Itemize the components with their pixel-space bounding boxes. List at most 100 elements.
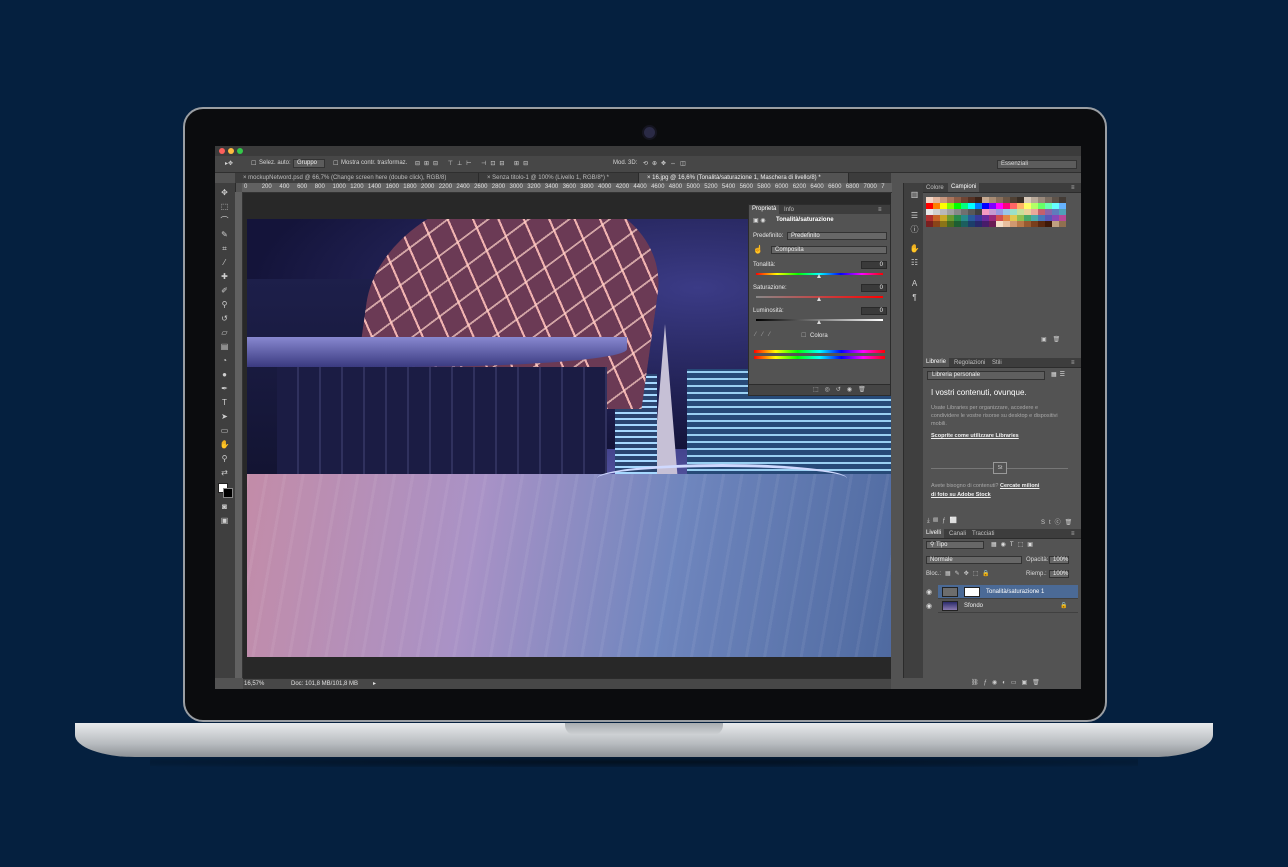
pen-tool-icon[interactable]: ✒ <box>219 383 230 394</box>
move-tool-icon[interactable]: ▸✥ <box>225 160 233 167</box>
clone-stamp-tool-icon[interactable]: ⚲ <box>219 299 230 310</box>
lightness-value-input[interactable]: 0 <box>861 307 887 315</box>
libraries-learn-link[interactable]: Scoprite come utilizzare Libraries <box>931 433 1019 439</box>
blend-mode-dropdown[interactable]: Normale <box>926 556 1022 564</box>
history-brush-tool-icon[interactable]: ↺ <box>219 313 230 324</box>
panel-menu-icon[interactable]: ≡ <box>1068 530 1078 538</box>
visibility-eye-icon[interactable]: ◉ <box>926 602 932 610</box>
preset-dropdown[interactable]: Predefinito <box>787 232 887 240</box>
healing-tool-icon[interactable]: ✚ <box>219 271 230 282</box>
layer-filter-icons[interactable]: ▦◉T⬚▣ <box>991 541 1037 548</box>
libraries-footer-right-icons[interactable]: Stⓒ🗑 <box>1041 517 1076 526</box>
swatch[interactable] <box>947 221 954 227</box>
hand-tool-icon[interactable]: ✋ <box>219 439 230 450</box>
swatch[interactable] <box>1003 221 1010 227</box>
swatch[interactable] <box>933 221 940 227</box>
library-dropdown[interactable]: Libreria personale <box>927 371 1045 380</box>
targeted-adjust-icon[interactable]: ☝ <box>753 245 763 254</box>
swatch[interactable] <box>1045 221 1052 227</box>
tab-16-jpg[interactable]: × 16.jpg @ 16,6% (Tonalità/saturazione 1… <box>639 173 849 183</box>
character-panel-icon[interactable]: A <box>909 278 920 289</box>
lightness-slider-thumb[interactable] <box>817 320 821 324</box>
auto-select-dropdown[interactable]: Gruppo <box>293 159 325 168</box>
tab-proprieta[interactable]: Proprietà <box>749 205 780 214</box>
tab-colore[interactable]: Colore <box>923 184 947 192</box>
swatch[interactable] <box>975 221 982 227</box>
hue-slider-thumb[interactable] <box>817 274 821 278</box>
tab-senza-titolo[interactable]: × Senza titolo-1 @ 100% (Livello 1, RGB/… <box>479 173 639 183</box>
dodge-tool-icon[interactable]: ● <box>219 369 230 380</box>
swatch[interactable] <box>926 221 933 227</box>
saturation-value-input[interactable]: 0 <box>861 284 887 292</box>
layer-row[interactable]: ◉ Tonalità/saturazione 1 <box>926 585 1078 599</box>
visibility-eye-icon[interactable]: ◉ <box>926 588 932 596</box>
swatch[interactable] <box>1038 221 1045 227</box>
swatch[interactable] <box>1031 221 1038 227</box>
saturation-slider-thumb[interactable] <box>817 297 821 301</box>
layer-row[interactable]: ◉ Sfondo 🔒 <box>926 599 1078 613</box>
panel-menu-icon[interactable]: ≡ <box>875 206 885 214</box>
panel-menu-icon[interactable]: ≡ <box>1068 359 1078 367</box>
swatch[interactable] <box>1024 221 1031 227</box>
colorize-checkbox[interactable]: ☐ <box>801 332 806 339</box>
lasso-tool-icon[interactable]: ⌒ <box>219 215 230 226</box>
channel-dropdown[interactable]: Composita <box>771 246 887 254</box>
screen-mode-icon[interactable]: ▣ <box>219 515 230 526</box>
paragraph-panel-icon[interactable]: ¶ <box>909 292 920 303</box>
brush-tool-icon[interactable]: ✐ <box>219 285 230 296</box>
fill-input[interactable]: 100% <box>1049 570 1069 578</box>
background-color-swatch[interactable] <box>223 488 233 498</box>
swatch[interactable] <box>989 221 996 227</box>
layer-filter-dropdown[interactable]: ⚲ Tipo <box>926 541 984 549</box>
auto-select-checkbox[interactable]: ☐ <box>251 160 256 167</box>
eyedropper-tool-icon[interactable]: ⁄ <box>219 257 230 268</box>
close-window-button[interactable] <box>219 148 225 154</box>
tab-stili[interactable]: Stili <box>989 359 1005 367</box>
tab-librerie[interactable]: Librerie <box>923 358 950 367</box>
status-arrow-icon[interactable]: ▸ <box>373 679 376 689</box>
align-icons[interactable]: ⊟⊞⊟ ⊤⊥⊢ ⊣⊡⊟ ⊞⊟ <box>415 160 532 167</box>
minimize-window-button[interactable] <box>228 148 234 154</box>
transform-controls-checkbox[interactable]: ☐ <box>333 160 338 167</box>
lock-icons[interactable]: ▦✎✥⬚🔒 <box>945 570 994 577</box>
zoom-tool-icon[interactable]: ⚲ <box>219 453 230 464</box>
hue-slider[interactable] <box>756 273 883 278</box>
swatches-footer-icons[interactable]: ▣🗑 <box>1041 336 1066 343</box>
saturation-slider[interactable] <box>756 296 883 301</box>
3d-mode-icons[interactable]: ⟲⊕✥⇔◫ <box>643 160 690 167</box>
tab-canali[interactable]: Canali <box>946 530 969 538</box>
swatches-grid[interactable] <box>926 197 1072 227</box>
stock-link[interactable]: Cercate milioni <box>1000 483 1039 489</box>
blur-tool-icon[interactable]: ◔ <box>219 355 230 366</box>
gradient-tool-icon[interactable]: ▤ <box>219 341 230 352</box>
opacity-input[interactable]: 100% <box>1049 556 1069 564</box>
swatch[interactable] <box>1059 221 1066 227</box>
type-tool-icon[interactable]: T <box>219 397 230 408</box>
swatch[interactable] <box>954 221 961 227</box>
swap-colors-icon[interactable]: ⇄ <box>219 467 230 478</box>
history-panel-icon[interactable]: ▥ <box>909 189 920 200</box>
info-panel-icon[interactable]: ⓘ <box>909 224 920 235</box>
eyedropper-icons[interactable]: ⁄⁄⁄ <box>755 332 776 338</box>
properties-footer-icons[interactable]: ⬚◎↺◉🗑 <box>813 386 872 393</box>
tab-campioni[interactable]: Campioni <box>948 183 980 192</box>
tab-info[interactable]: Info <box>781 206 797 214</box>
move-tool-icon[interactable]: ✥ <box>219 187 230 198</box>
libraries-footer-icons[interactable]: ⤓▥ƒ⬜ <box>927 517 961 525</box>
crop-tool-icon[interactable]: ⌗ <box>219 243 230 254</box>
properties-panel-icon[interactable]: ☷ <box>909 257 920 268</box>
swatch[interactable] <box>968 221 975 227</box>
panel-menu-icon[interactable]: ≡ <box>1068 184 1078 192</box>
layers-footer-icons[interactable]: ⛓ƒ◉◐▭▣🗑 <box>971 679 1045 686</box>
tab-mockup[interactable]: × mockupNetword.psd @ 66,7% (Change scre… <box>235 173 479 183</box>
workspace-dropdown[interactable]: Essenziali <box>997 160 1077 169</box>
stock-link-continued[interactable]: di foto su Adobe Stock <box>931 492 991 498</box>
quick-select-tool-icon[interactable]: ✎ <box>219 229 230 240</box>
path-select-tool-icon[interactable]: ➤ <box>219 411 230 422</box>
layer-mask-thumb[interactable] <box>964 587 980 597</box>
tab-tracciati[interactable]: Tracciati <box>969 530 997 538</box>
marquee-tool-icon[interactable]: ⬚ <box>219 201 230 212</box>
swatch[interactable] <box>1017 221 1024 227</box>
swatch[interactable] <box>982 221 989 227</box>
lightness-slider[interactable] <box>756 319 883 324</box>
